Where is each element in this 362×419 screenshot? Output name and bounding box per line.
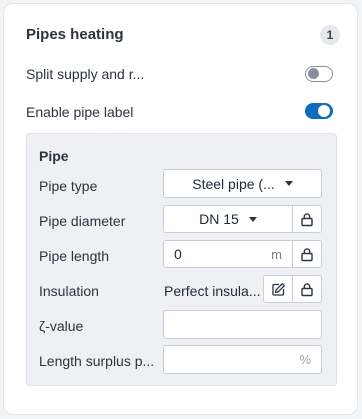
insulation-value: Perfect insula...: [164, 283, 261, 299]
lock-icon: [301, 282, 313, 296]
zeta-value-input[interactable]: [163, 310, 322, 339]
caret-down-icon: [284, 181, 293, 186]
pipe-group: Pipe Pipe type Steel pipe (... Pipe diam…: [26, 133, 337, 386]
lock-icon: [301, 247, 313, 261]
edit-icon: [271, 282, 285, 296]
enable-pipe-label-label: Enable pipe label: [26, 104, 134, 120]
pipe-type-dropdown[interactable]: Steel pipe (...: [163, 169, 322, 198]
pipe-length-lock-button[interactable]: [292, 240, 322, 268]
enable-pipe-label-toggle[interactable]: [305, 103, 333, 119]
toggle-knob: [307, 67, 319, 79]
pipe-length-unit: m: [271, 246, 282, 262]
pipe-diameter-label: Pipe diameter: [39, 213, 126, 229]
pipe-diameter-lock-button[interactable]: [292, 205, 322, 233]
pipe-length-input[interactable]: 0 m: [163, 240, 293, 268]
pipes-heating-panel: Pipes heating 1 Split supply and r... En…: [3, 3, 358, 415]
pipe-length-value: 0: [174, 246, 182, 262]
length-surplus-label: Length surplus p...: [39, 353, 155, 369]
section-title: Pipes heating: [26, 26, 124, 43]
insulation-label: Insulation: [39, 283, 99, 299]
pipe-diameter-value: DN 15: [199, 211, 239, 227]
pipe-type-value: Steel pipe (...: [192, 175, 275, 192]
length-surplus-unit: %: [299, 352, 311, 367]
insulation-edit-button[interactable]: [263, 275, 293, 303]
pipe-type-label: Pipe type: [39, 178, 98, 194]
split-supply-toggle[interactable]: [305, 66, 333, 82]
split-supply-label: Split supply and r...: [26, 66, 145, 82]
pipe-diameter-dropdown[interactable]: DN 15: [163, 205, 293, 233]
lock-icon: [301, 212, 313, 226]
caret-down-icon: [248, 216, 257, 222]
count-badge: 1: [320, 25, 340, 45]
pipe-group-title: Pipe: [39, 148, 69, 164]
pipe-length-label: Pipe length: [39, 248, 110, 264]
insulation-lock-button[interactable]: [292, 275, 322, 303]
length-surplus-input[interactable]: %: [163, 345, 322, 374]
zeta-value-label: ζ-value: [39, 318, 84, 334]
toggle-knob: [318, 105, 330, 117]
